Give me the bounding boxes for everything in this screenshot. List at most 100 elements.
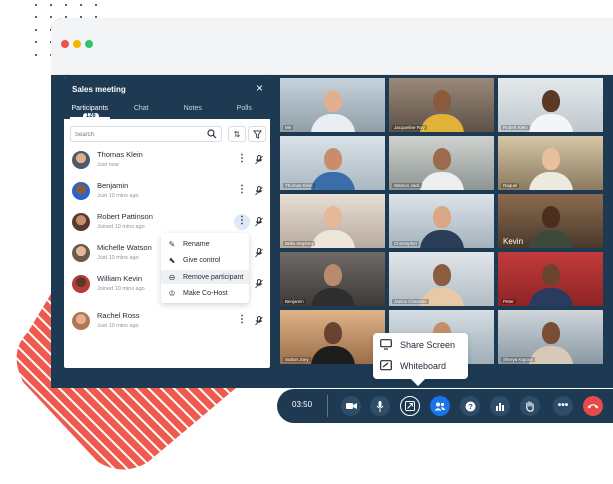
meeting-timer: 03:50 bbox=[292, 400, 313, 409]
more-options-icon[interactable]: ⋮ bbox=[236, 152, 248, 168]
video-tile[interactable]: Janice Chandler bbox=[389, 252, 494, 306]
stage: Me Jacqueline Roy Robert Klein Thomas Kl… bbox=[0, 0, 613, 484]
close-window-button[interactable] bbox=[61, 40, 69, 48]
video-tile[interactable]: Raquel bbox=[498, 136, 603, 190]
video-tile[interactable]: Jacqueline Roy bbox=[389, 78, 494, 132]
more-options-icon[interactable]: ⋮ bbox=[236, 313, 248, 329]
tile-label: Kevin bbox=[503, 237, 524, 246]
share-popup: Share Screen Whiteboard bbox=[373, 333, 468, 379]
microphone-button[interactable] bbox=[370, 396, 390, 416]
svg-text:?: ? bbox=[468, 402, 473, 411]
end-call-button[interactable] bbox=[583, 396, 603, 416]
participant-row[interactable]: Benjamin Just 10 mins ago ⋮ bbox=[72, 180, 268, 210]
video-tile[interactable]: Bella Stephen bbox=[280, 194, 385, 248]
option-label: Whiteboard bbox=[400, 360, 447, 371]
menu-item-label: Remove participant bbox=[183, 273, 244, 281]
participant-row[interactable]: Rachel Ross Just 10 mins ago ⋮ bbox=[72, 310, 268, 340]
participant-name: Benjamin bbox=[97, 181, 129, 190]
bar-chart-icon bbox=[496, 402, 504, 411]
mic-off-icon[interactable] bbox=[255, 279, 263, 289]
minimize-window-button[interactable] bbox=[73, 40, 81, 48]
participant-name: Thomas Klein bbox=[97, 150, 143, 159]
share-button[interactable] bbox=[400, 396, 420, 416]
mic-off-icon[interactable] bbox=[255, 155, 263, 165]
video-tile[interactable]: Robert Klein bbox=[498, 78, 603, 132]
cursor-icon: ⬉ bbox=[168, 255, 176, 265]
pencil-icon: ✎ bbox=[168, 239, 176, 249]
sort-icon: ⇅ bbox=[233, 129, 241, 139]
video-tile[interactable]: Thomas Klein bbox=[280, 136, 385, 190]
tile-label: Thomas Klein bbox=[283, 183, 315, 188]
tab-label: Notes bbox=[183, 105, 202, 112]
avatar bbox=[72, 275, 90, 293]
more-options-icon[interactable]: ⋮ bbox=[234, 214, 250, 230]
video-tile[interactable]: Kevin bbox=[498, 194, 603, 248]
more-dots-icon: ••• bbox=[557, 400, 569, 411]
mic-off-icon[interactable] bbox=[255, 186, 263, 196]
camera-button[interactable] bbox=[341, 396, 361, 416]
video-tile[interactable]: Sutton Joey bbox=[280, 310, 385, 364]
panel-title: Sales meeting bbox=[72, 85, 126, 94]
participant-row[interactable]: Thomas Klein Just now ⋮ bbox=[72, 149, 268, 179]
search-input[interactable] bbox=[75, 130, 205, 140]
filter-button[interactable] bbox=[248, 126, 266, 142]
share-screen-icon bbox=[405, 401, 415, 411]
video-tile[interactable]: Shreya Kapoor bbox=[498, 310, 603, 364]
video-tile[interactable]: Watson Jack bbox=[389, 136, 494, 190]
tile-label: Jacqueline Roy bbox=[392, 125, 427, 130]
video-tile[interactable]: Me bbox=[280, 78, 385, 132]
close-icon[interactable]: × bbox=[256, 81, 263, 95]
participant-name: William Kevin bbox=[97, 274, 143, 283]
tab-participants[interactable]: Participants 126 bbox=[64, 99, 116, 119]
microphone-icon bbox=[376, 400, 384, 412]
participant-status: Just 10 mins ago bbox=[97, 255, 139, 261]
tab-notes[interactable]: Notes bbox=[167, 99, 219, 119]
title-bar bbox=[51, 18, 613, 75]
remove-participant-menu-item[interactable]: ⊖ Remove participant bbox=[161, 270, 249, 284]
give-control-menu-item[interactable]: ⬉ Give control bbox=[167, 253, 247, 267]
video-tile[interactable]: Benjamin bbox=[280, 252, 385, 306]
avatar bbox=[72, 182, 90, 200]
whiteboard-option[interactable]: Whiteboard bbox=[379, 360, 446, 371]
tile-label: Sutton Joey bbox=[283, 357, 311, 362]
video-tile[interactable]: Christopher bbox=[389, 194, 494, 248]
qa-button[interactable]: ? bbox=[460, 396, 480, 416]
polls-button[interactable] bbox=[490, 396, 510, 416]
tile-label: Watson Jack bbox=[392, 183, 422, 188]
sort-button[interactable]: ⇅ bbox=[228, 126, 246, 142]
tab-chat[interactable]: Chat bbox=[116, 99, 168, 119]
participant-status: Joined 10 mins ago bbox=[97, 286, 145, 292]
make-cohost-menu-item[interactable]: ♔ Make Co-Host bbox=[167, 286, 247, 300]
tab-label: Chat bbox=[133, 105, 149, 112]
raise-hand-button[interactable] bbox=[520, 396, 540, 416]
participants-button[interactable] bbox=[430, 396, 450, 416]
tile-label: Me bbox=[283, 125, 294, 130]
more-options-icon[interactable]: ⋮ bbox=[236, 183, 248, 199]
menu-item-label: Make Co-Host bbox=[183, 289, 228, 297]
mic-off-icon[interactable] bbox=[255, 248, 263, 258]
search-box bbox=[70, 126, 222, 142]
share-screen-option[interactable]: Share Screen bbox=[379, 339, 455, 350]
avatar bbox=[72, 151, 90, 169]
participants-panel: Sales meeting × Participants 126 Chat No… bbox=[64, 77, 270, 368]
mic-off-icon[interactable] bbox=[255, 217, 263, 227]
tile-label: Christopher bbox=[392, 241, 420, 246]
more-button[interactable]: ••• bbox=[553, 396, 573, 416]
tab-polls[interactable]: Polls bbox=[219, 99, 271, 119]
search-icon[interactable] bbox=[207, 129, 217, 139]
mic-off-icon[interactable] bbox=[255, 316, 263, 326]
video-tile[interactable]: Peter bbox=[498, 252, 603, 306]
meeting-controls: 03:50 ? ••• bbox=[277, 389, 613, 423]
camera-icon bbox=[345, 403, 357, 409]
participant-count-badge: 126 bbox=[82, 113, 99, 119]
participant-name: Robert Pattinson bbox=[97, 212, 153, 221]
participant-status: Just 10 mins ago bbox=[97, 323, 139, 329]
option-label: Share Screen bbox=[400, 339, 456, 350]
question-icon: ? bbox=[465, 401, 475, 411]
rename-menu-item[interactable]: ✎ Rename bbox=[167, 237, 247, 251]
menu-item-label: Give control bbox=[183, 256, 221, 264]
maximize-window-button[interactable] bbox=[85, 40, 93, 48]
participant-context-menu: ✎ Rename ⬉ Give control ⊖ Remove partici… bbox=[161, 233, 249, 303]
tile-label: Robert Klein bbox=[501, 125, 530, 130]
minus-circle-icon: ⊖ bbox=[168, 272, 176, 282]
